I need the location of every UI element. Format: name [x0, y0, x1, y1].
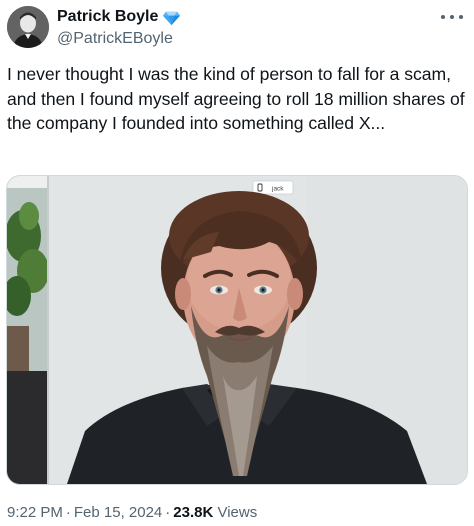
display-name[interactable]: Patrick Boyle	[57, 7, 158, 27]
tweet-time[interactable]: 9:22 PM	[7, 504, 63, 521]
meta-separator: ·	[65, 504, 71, 521]
more-options-icon[interactable]	[441, 8, 463, 26]
tweet-text: I never thought I was the kind of person…	[7, 64, 465, 133]
overlay-label-text: jack	[271, 186, 284, 193]
verified-badge-icon	[162, 8, 181, 27]
tweet-meta: 9:22 PM · Feb 15, 2024 · 23.8K Views	[7, 503, 257, 523]
meta-separator: ·	[165, 504, 171, 521]
tweet-media[interactable]: jack	[6, 175, 468, 485]
avatar-image	[7, 6, 49, 48]
author-handle[interactable]: @PatrickEBoyle	[57, 29, 181, 49]
avatar[interactable]	[7, 6, 49, 48]
more-dot	[441, 15, 445, 19]
tweet-header: Patrick Boyle @PatrickEBoyle	[7, 4, 467, 50]
tweet-date[interactable]: Feb 15, 2024	[74, 504, 162, 521]
more-dot	[450, 15, 454, 19]
views-count: 23.8K	[173, 504, 214, 521]
media-photo: jack	[7, 176, 467, 484]
media-overlay-label: jack	[252, 180, 294, 195]
display-name-row: Patrick Boyle	[57, 6, 181, 28]
views-label: Views	[217, 504, 258, 521]
more-dot	[459, 15, 463, 19]
author-names: Patrick Boyle @PatrickEBoyle	[57, 6, 181, 49]
